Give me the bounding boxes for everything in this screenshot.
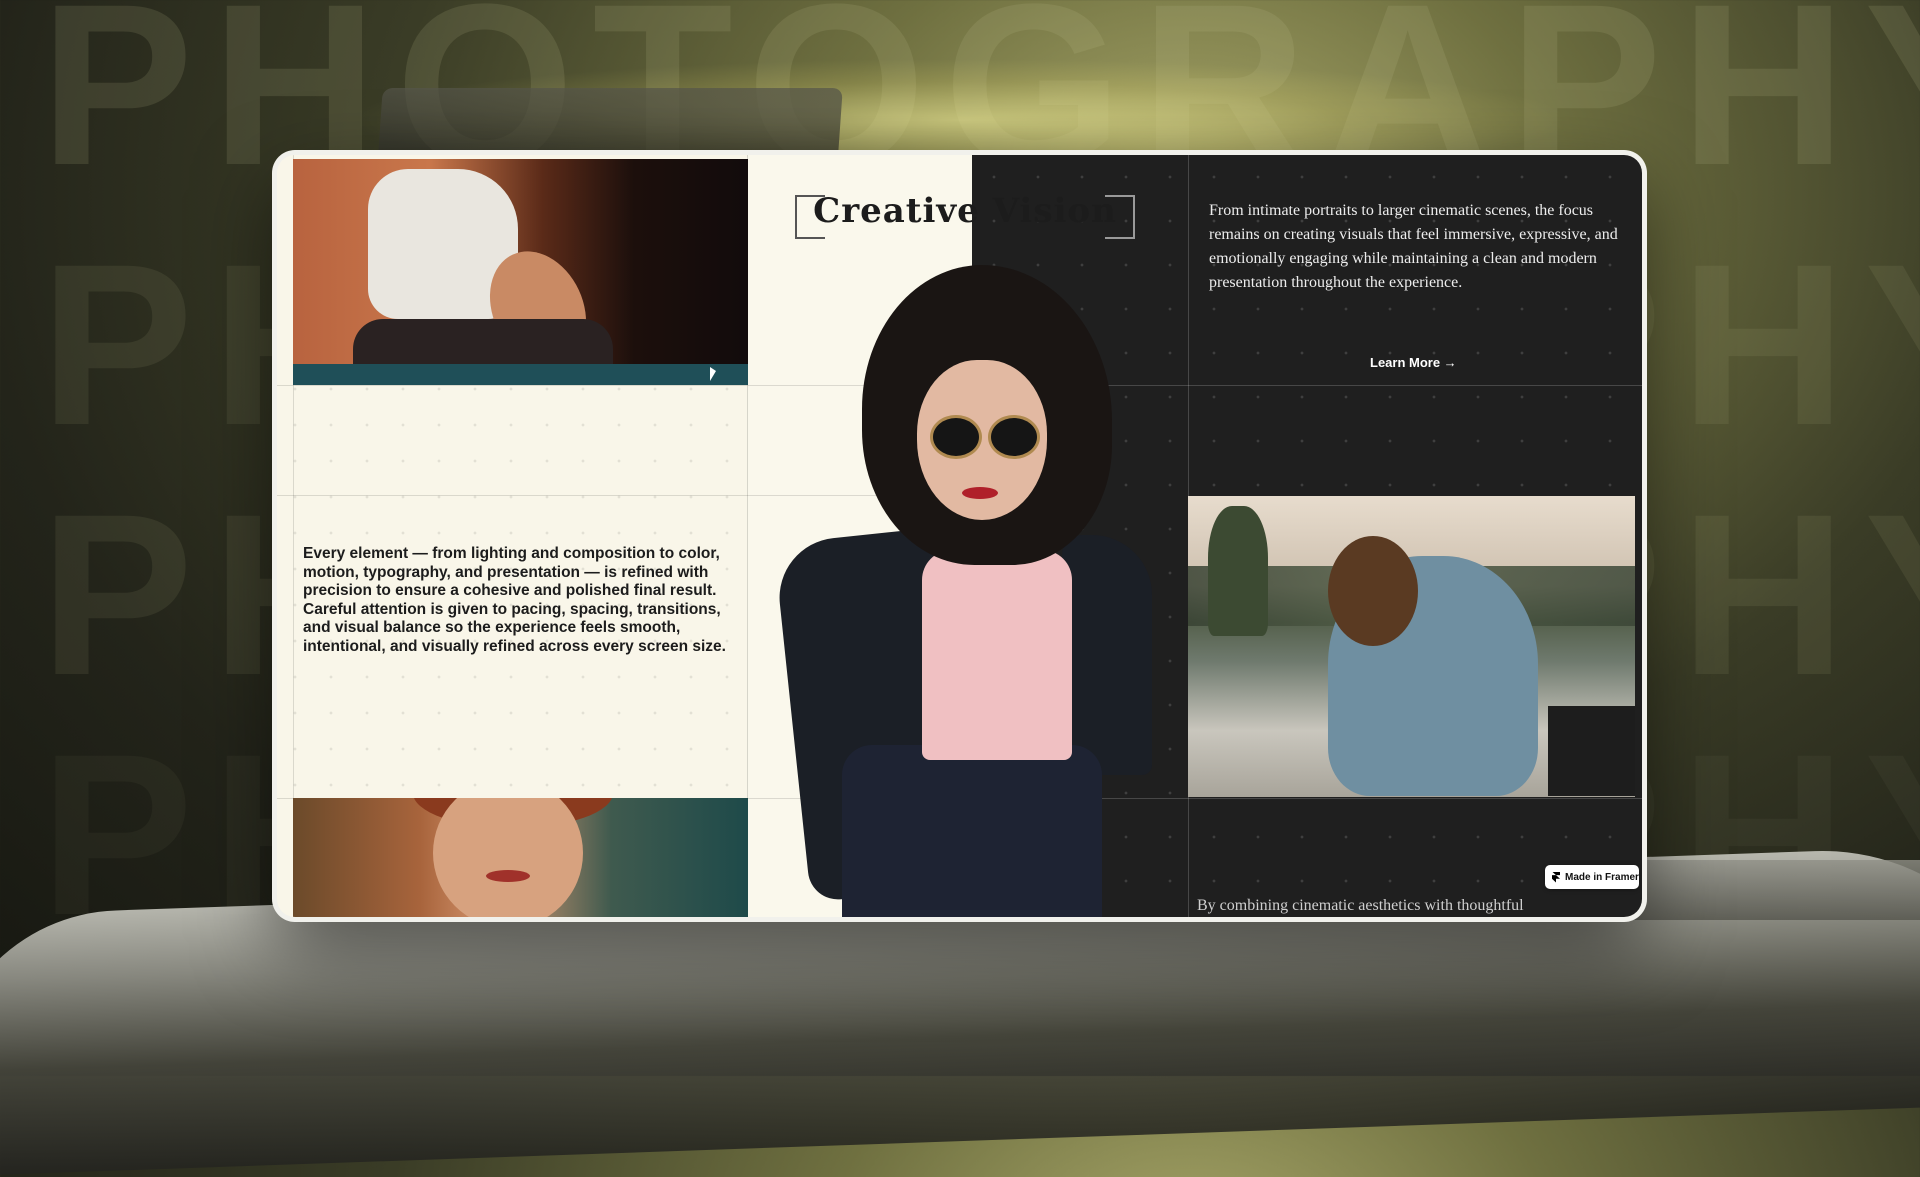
framer-logo-icon — [1552, 871, 1560, 883]
badge-label: Made in Framer — [1565, 871, 1639, 883]
body-paragraph: Every element — from lighting and compos… — [303, 545, 726, 655]
learn-more-link[interactable]: Learn More → — [1370, 355, 1457, 370]
website-preview-screen: Creative Vision From intimate portraits … — [277, 155, 1642, 917]
page-title: Creative Vision — [813, 191, 1117, 231]
background-desk-object — [1600, 860, 1920, 920]
hero-description: From intimate portraits to larger cinema… — [1209, 202, 1618, 291]
cursor-icon — [710, 367, 716, 381]
hero-title-block: Creative Vision — [795, 191, 1135, 239]
hero-model-image — [773, 265, 1202, 917]
portrait-photo-lakeside-woman — [1188, 496, 1635, 797]
made-in-framer-badge[interactable]: Made in Framer — [1545, 865, 1639, 889]
portrait-photo-sitting-woman — [293, 159, 748, 385]
portrait-photo-closeup-face — [293, 798, 748, 917]
section-paragraph-partial: By combining cinematic aesthetics with t… — [1197, 897, 1524, 914]
